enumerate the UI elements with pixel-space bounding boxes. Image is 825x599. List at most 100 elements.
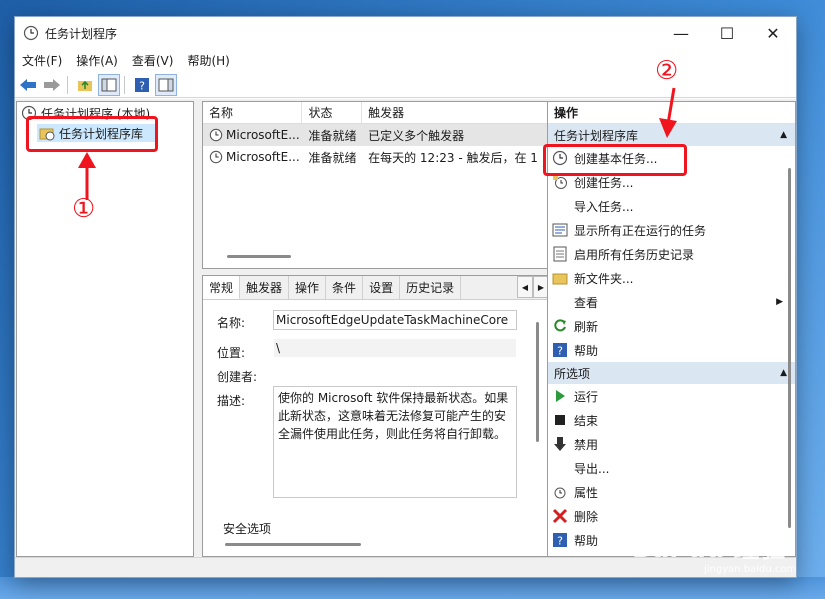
delete-icon: [552, 508, 568, 524]
action-label: 结束: [574, 413, 599, 428]
menu-file[interactable]: 文件(F): [15, 52, 69, 69]
svg-text:?: ?: [557, 535, 563, 548]
history-icon: [552, 246, 568, 262]
action-label: 导入任务...: [574, 199, 634, 214]
menu-view[interactable]: 查看(V): [125, 52, 181, 69]
action-item[interactable]: 查看 ▶: [548, 290, 795, 314]
help-icon: ?: [552, 532, 568, 548]
action-item[interactable]: 启用所有任务历史记录: [548, 242, 795, 266]
minimize-button[interactable]: —: [658, 17, 704, 49]
tab-conditions[interactable]: 条件: [326, 276, 364, 299]
table-row[interactable]: MicrosoftE... 准备就绪 已定义多个触发器: [203, 124, 549, 146]
action-item[interactable]: 属性: [548, 480, 795, 504]
menu-action[interactable]: 操作(A): [69, 52, 125, 69]
show-action-pane-button[interactable]: [155, 73, 177, 96]
column-status[interactable]: 状态: [302, 102, 363, 123]
tab-scroll-left-button[interactable]: ◀: [517, 276, 533, 298]
horizontal-scrollbar[interactable]: [227, 255, 291, 258]
task-name: MicrosoftE...: [226, 150, 300, 164]
description-field[interactable]: 使你的 Microsoft 软件保持最新状态。如果此新状态，这意味着无法修复可能…: [273, 386, 517, 498]
author-label: 创建者:: [217, 370, 258, 384]
blank-icon: [552, 198, 568, 214]
tab-history[interactable]: 历史记录: [400, 276, 462, 299]
highlight-box-2: [543, 144, 687, 176]
horizontal-scrollbar[interactable]: [225, 543, 361, 546]
menu-bar: 文件(F) 操作(A) 查看(V) 帮助(H): [15, 49, 796, 71]
vertical-scrollbar[interactable]: [788, 168, 791, 528]
detail-tabs: 常规 触发器 操作 条件 设置 历史记录 ◀ ▶: [203, 276, 549, 300]
toolbar-separator: [124, 75, 125, 94]
name-field[interactable]: MicrosoftEdgeUpdateTaskMachineCore: [273, 310, 517, 330]
stop-icon: [552, 412, 568, 428]
action-item[interactable]: 显示所有正在运行的任务: [548, 218, 795, 242]
location-field[interactable]: \: [273, 338, 517, 358]
action-label: 帮助: [574, 343, 599, 358]
action-item[interactable]: 新文件夹...: [548, 266, 795, 290]
tab-actions[interactable]: 操作: [289, 276, 327, 299]
title-bar[interactable]: 任务计划程序 — ☐ ✕: [15, 17, 796, 49]
name-label: 名称:: [217, 316, 246, 330]
section-title: 任务计划程序库: [554, 128, 639, 143]
back-button[interactable]: [17, 74, 39, 96]
refresh-icon: [552, 318, 568, 334]
desktop-bottom-strip: [0, 577, 825, 599]
blank-icon: [552, 294, 568, 310]
action-label: 属性: [574, 485, 599, 500]
tab-settings[interactable]: 设置: [363, 276, 401, 299]
arrow-right-icon: [44, 78, 60, 91]
help-button[interactable]: ?: [131, 74, 153, 96]
help-icon: ?: [552, 342, 568, 358]
folder-up-icon: [78, 80, 92, 91]
console-tree: 任务计划程序 (本地) 任务计划程序库 ›: [16, 101, 194, 557]
run-icon: [552, 388, 568, 404]
folder-icon: [552, 270, 568, 286]
action-item[interactable]: 导入任务...: [548, 194, 795, 218]
section-title: 所选项: [554, 366, 591, 381]
submenu-arrow-icon: ▶: [776, 297, 783, 307]
show-hide-console-tree-button[interactable]: [98, 73, 120, 96]
window-title: 任务计划程序: [45, 26, 118, 41]
action-label: 运行: [574, 389, 599, 404]
vertical-scrollbar[interactable]: [536, 322, 539, 442]
table-row[interactable]: MicrosoftE... 准备就绪 在每天的 12:23 - 触发后，在 1: [203, 146, 549, 168]
task-trigger: 在每天的 12:23 - 触发后，在 1: [368, 150, 538, 165]
forward-button[interactable]: [41, 74, 63, 96]
action-label: 显示所有正在运行的任务: [574, 223, 707, 238]
action-item[interactable]: 结束: [548, 408, 795, 432]
action-item[interactable]: 导出...: [548, 456, 795, 480]
action-item[interactable]: 禁用: [548, 432, 795, 456]
action-label: 查看: [574, 295, 599, 310]
tab-general[interactable]: 常规: [203, 276, 241, 299]
arrow-left-icon: [20, 78, 36, 91]
section-selected-item[interactable]: 所选项 ▲: [548, 362, 795, 384]
watermark: Bai du 经验: [632, 534, 786, 564]
task-list: 名称 状态 触发器 MicrosoftE... 准备就绪 已定义多个触发器 Mi…: [202, 101, 550, 269]
svg-text:?: ?: [557, 345, 563, 358]
collapse-icon[interactable]: ▲: [780, 368, 787, 378]
menu-help[interactable]: 帮助(H): [180, 52, 236, 69]
disable-icon: [552, 436, 568, 452]
action-item[interactable]: 运行: [548, 384, 795, 408]
maximize-button[interactable]: ☐: [704, 17, 750, 49]
action-item[interactable]: 删除: [548, 504, 795, 528]
action-item[interactable]: ? 帮助: [548, 338, 795, 362]
tab-triggers[interactable]: 触发器: [240, 276, 290, 299]
action-pane-icon: [158, 78, 174, 91]
blank-icon: [552, 460, 568, 476]
close-button[interactable]: ✕: [750, 17, 796, 49]
list-header: 名称 状态 触发器: [203, 102, 549, 124]
annotation-marker-2: ②: [655, 56, 679, 86]
column-name[interactable]: 名称: [203, 102, 303, 123]
column-trigger[interactable]: 触发器: [362, 102, 549, 123]
action-item[interactable]: 刷新: [548, 314, 795, 338]
action-label: 启用所有任务历史记录: [574, 247, 695, 262]
task-trigger: 已定义多个触发器: [368, 128, 465, 143]
task-name: MicrosoftE...: [226, 128, 300, 142]
up-folder-button[interactable]: [74, 74, 96, 96]
action-label: 导出...: [574, 461, 610, 476]
collapse-icon[interactable]: ▲: [780, 130, 787, 140]
watermark-url: jingyan.baidu.com: [704, 564, 797, 575]
task-details: 常规 触发器 操作 条件 设置 历史记录 ◀ ▶ 名称: MicrosoftEd…: [202, 275, 550, 557]
task-clock-icon: [209, 150, 223, 164]
description-label: 描述:: [217, 394, 246, 408]
